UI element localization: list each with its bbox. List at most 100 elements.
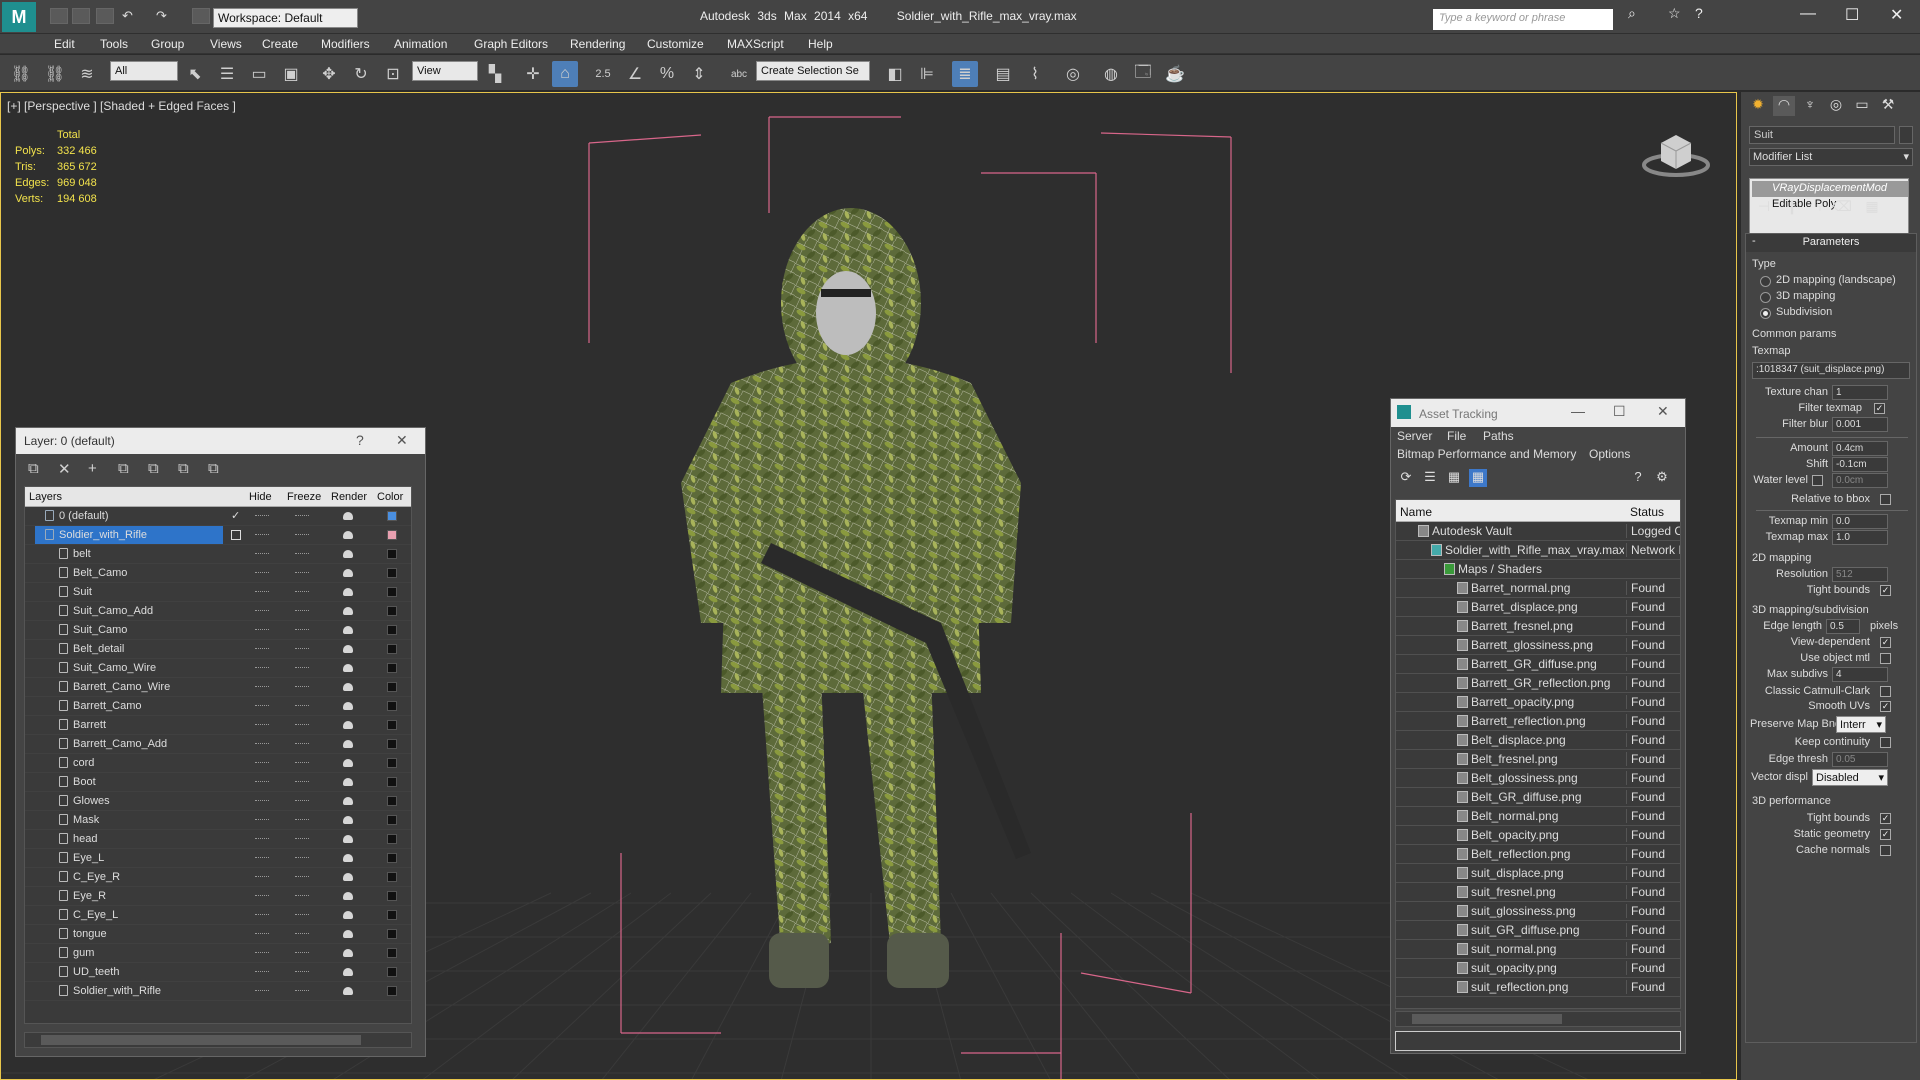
viewport-label[interactable]: [+] [Perspective ] [Shaded + Edged Faces…	[7, 99, 236, 113]
reference-coord-dropdown[interactable]: View	[412, 61, 478, 81]
asset-hscrollbar[interactable]	[1395, 1011, 1681, 1027]
freeze-toggle[interactable]	[295, 553, 309, 555]
layer-name[interactable]: Soldier_with_Rifle	[59, 529, 147, 541]
object-name-input[interactable]: Suit	[1749, 126, 1895, 144]
set-active-layer-icon[interactable]	[231, 530, 241, 540]
filter-texmap-checkbox[interactable]: ✓	[1874, 403, 1885, 414]
asset-menu-server[interactable]: Server	[1397, 429, 1432, 443]
close-button[interactable]: ✕	[1890, 5, 1903, 25]
freeze-all-layers-icon[interactable]: ⧉	[208, 460, 219, 477]
snaps-toggle-icon[interactable]: 2.5	[590, 61, 616, 87]
asset-help-icon[interactable]: ?	[1629, 469, 1647, 487]
spinner-snap-icon[interactable]: ⇕	[686, 61, 712, 87]
asset-row[interactable]: Belt_opacity.png Found	[1396, 826, 1680, 845]
max-subdivs-spinner[interactable]: 4	[1832, 667, 1888, 682]
make-unique-icon[interactable]: ⑂	[1809, 198, 1831, 218]
asset-row[interactable]: Belt_normal.png Found	[1396, 807, 1680, 826]
color-swatch[interactable]	[387, 701, 397, 711]
asset-row[interactable]: Soldier_with_Rifle_max_vray.max Network I	[1396, 541, 1680, 560]
color-swatch[interactable]	[387, 644, 397, 654]
menu-animation[interactable]: Animation	[394, 37, 447, 51]
layer-row[interactable]: Suit_Camo_Wire	[25, 659, 411, 678]
texmap-button[interactable]: :1018347 (suit_displace.png)	[1752, 362, 1910, 379]
asset-row[interactable]: Belt_displace.png Found	[1396, 731, 1680, 750]
render-teapot-icon[interactable]	[343, 569, 353, 577]
color-swatch[interactable]	[387, 891, 397, 901]
asset-close-button[interactable]: ✕	[1657, 403, 1669, 420]
freeze-toggle[interactable]	[295, 914, 309, 916]
freeze-toggle[interactable]	[295, 572, 309, 574]
render-teapot-icon[interactable]	[343, 512, 353, 520]
rect-selection-icon[interactable]: ▭	[246, 61, 272, 87]
perf-tight-bounds-checkbox[interactable]: ✓	[1880, 813, 1891, 824]
object-color-swatch[interactable]	[1899, 126, 1913, 144]
remove-modifier-icon[interactable]: ⌫	[1831, 198, 1853, 218]
layer-hscrollbar[interactable]	[24, 1032, 412, 1048]
color-swatch[interactable]	[387, 929, 397, 939]
menu-rendering[interactable]: Rendering	[570, 37, 625, 51]
motion-tab-icon[interactable]: ◎	[1825, 96, 1847, 116]
asset-row[interactable]: suit_opacity.png Found	[1396, 959, 1680, 978]
menu-group[interactable]: Group	[151, 37, 184, 51]
color-swatch[interactable]	[387, 663, 397, 673]
object-name[interactable]: Soldier_with_Rifle	[73, 985, 161, 997]
layer-name[interactable]: 0 (default)	[59, 510, 109, 522]
percent-snap-icon[interactable]: %	[654, 61, 680, 87]
freeze-toggle[interactable]	[295, 648, 309, 650]
graphite-ribbon-icon[interactable]: ▤	[990, 61, 1016, 87]
color-swatch[interactable]	[387, 758, 397, 768]
freeze-toggle[interactable]	[295, 610, 309, 612]
render-teapot-icon[interactable]	[343, 892, 353, 900]
render-teapot-icon[interactable]	[343, 968, 353, 976]
infocenter-binoculars-icon[interactable]: ⌕	[1628, 5, 1636, 22]
render-teapot-icon[interactable]	[343, 683, 353, 691]
hide-toggle[interactable]	[255, 705, 269, 707]
texmap-max-spinner[interactable]: 1.0	[1832, 530, 1888, 545]
asset-row[interactable]: Autodesk Vault Logged C	[1396, 522, 1680, 541]
project-folder-icon[interactable]	[192, 8, 210, 24]
col-layers[interactable]: Layers	[29, 491, 62, 503]
menu-create[interactable]: Create	[262, 37, 298, 51]
color-swatch[interactable]	[387, 625, 397, 635]
curve-editor-icon[interactable]: ⌇	[1022, 61, 1048, 87]
color-swatch[interactable]	[387, 853, 397, 863]
water-level-spinner[interactable]: 0.0cm	[1832, 473, 1888, 488]
keyboard-shortcut-override-icon[interactable]: ⌂	[552, 61, 578, 87]
select-in-layer-icon[interactable]: ⧉	[118, 460, 129, 477]
highlight-layer-icon[interactable]: ⧉	[148, 460, 159, 477]
color-swatch[interactable]	[387, 948, 397, 958]
freeze-toggle[interactable]	[295, 534, 309, 536]
show-end-result-icon[interactable]: ❙	[1781, 198, 1803, 218]
color-swatch[interactable]	[387, 682, 397, 692]
catmull-clark-checkbox[interactable]	[1880, 686, 1891, 697]
render-teapot-icon[interactable]	[343, 702, 353, 710]
shift-spinner[interactable]: -0.1cm	[1832, 457, 1888, 472]
layer-row[interactable]: cord	[25, 754, 411, 773]
asset-menu-options[interactable]: Options	[1589, 447, 1630, 461]
minimize-button[interactable]: —	[1800, 5, 1816, 23]
layer-row[interactable]: Eye_L	[25, 849, 411, 868]
refresh-icon[interactable]: ⟳	[1397, 469, 1415, 487]
water-level-checkbox[interactable]	[1812, 475, 1823, 486]
freeze-toggle[interactable]	[295, 952, 309, 954]
layer-help-button[interactable]: ?	[356, 432, 364, 448]
render-teapot-icon[interactable]	[343, 930, 353, 938]
hide-toggle[interactable]	[255, 952, 269, 954]
color-swatch[interactable]	[387, 568, 397, 578]
color-swatch[interactable]	[387, 530, 397, 540]
object-name[interactable]: head	[73, 833, 97, 845]
save-file-icon[interactable]	[96, 8, 114, 24]
object-name[interactable]: C_Eye_L	[73, 909, 118, 921]
asset-minimize-button[interactable]: —	[1571, 403, 1585, 419]
render-teapot-icon[interactable]	[343, 949, 353, 957]
asset-row[interactable]: Belt_GR_diffuse.png Found	[1396, 788, 1680, 807]
rotate-icon[interactable]: ↻	[348, 61, 374, 87]
freeze-toggle[interactable]	[295, 990, 309, 992]
hide-toggle[interactable]	[255, 743, 269, 745]
freeze-toggle[interactable]	[295, 781, 309, 783]
object-name[interactable]: Suit	[73, 586, 92, 598]
layer-row[interactable]: belt	[25, 545, 411, 564]
object-name[interactable]: tongue	[73, 928, 107, 940]
layer-row[interactable]: Soldier_with_Rifle	[25, 526, 411, 545]
freeze-toggle[interactable]	[295, 629, 309, 631]
